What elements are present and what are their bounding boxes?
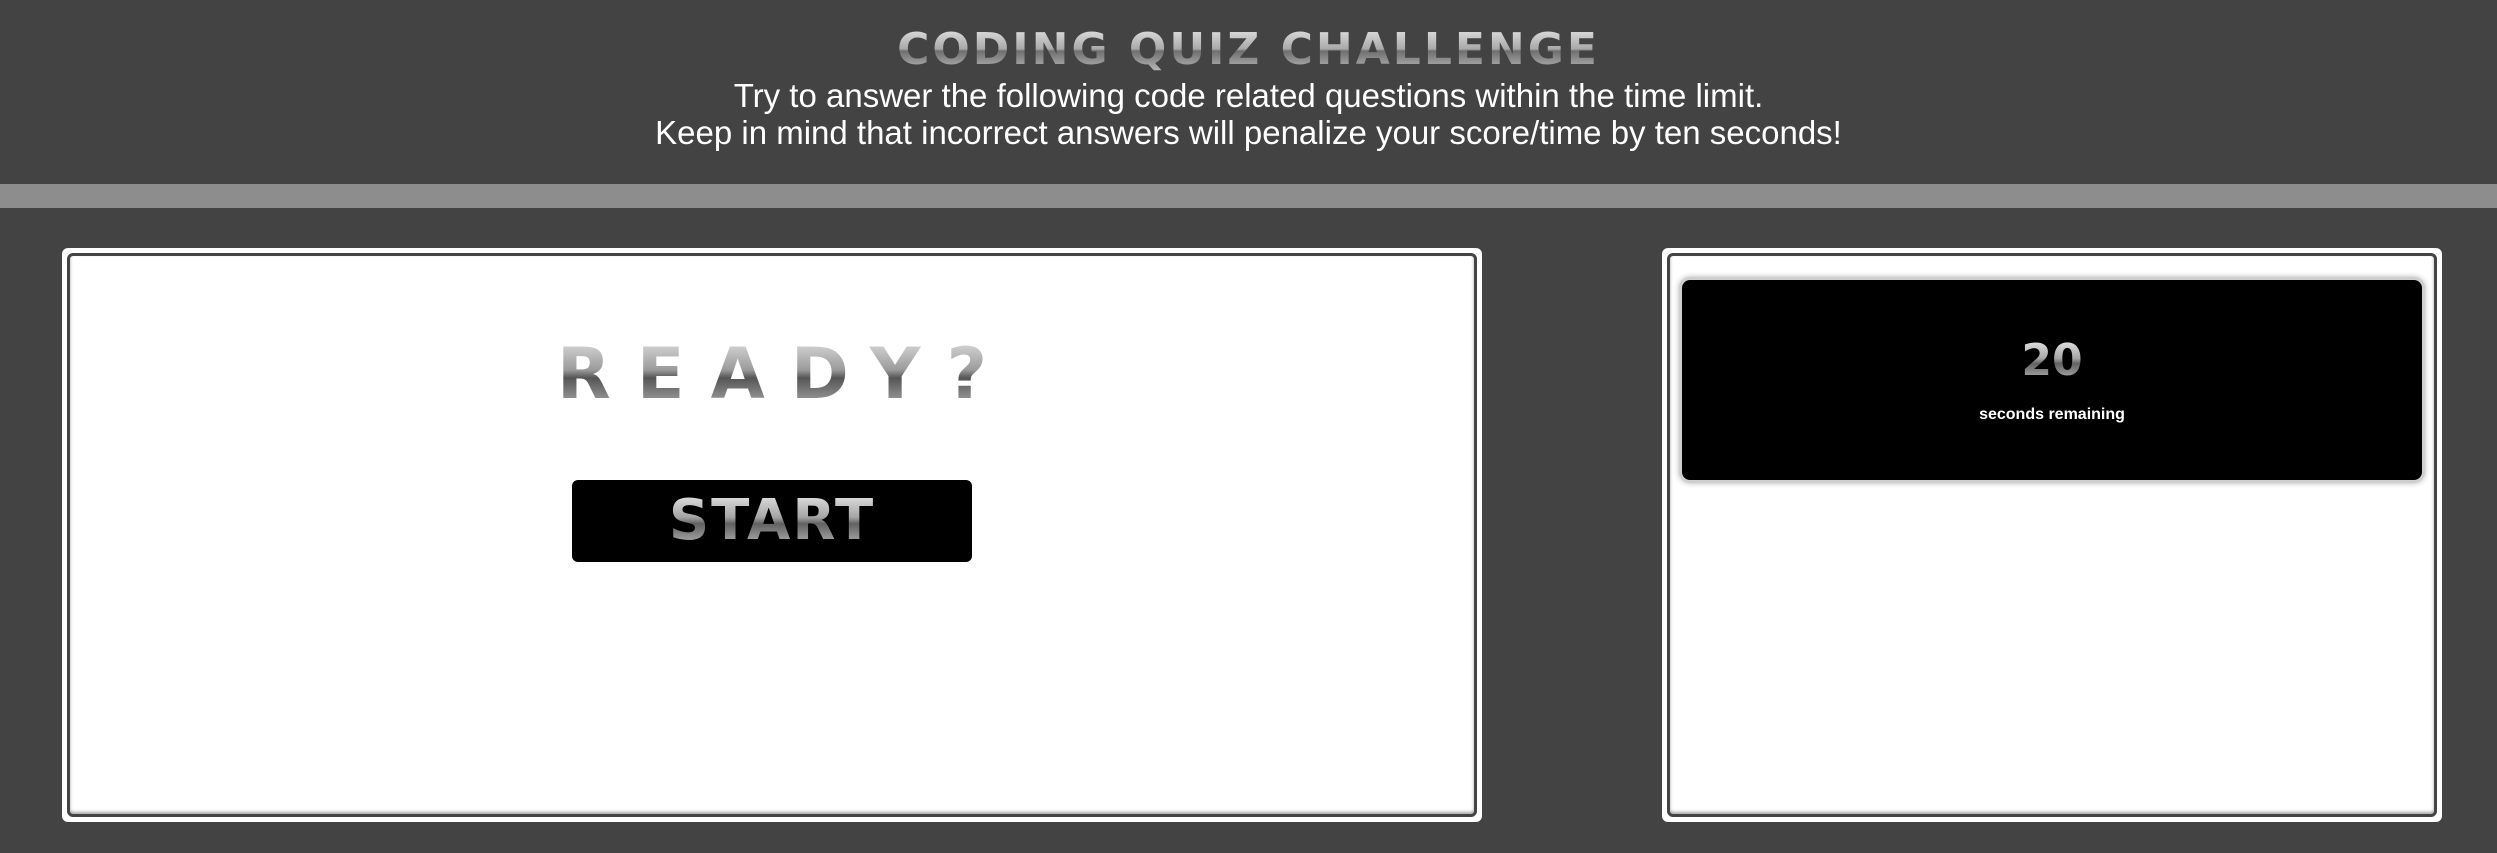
timer-label: seconds remaining <box>1979 406 2125 423</box>
instructions-line-1: Try to answer the following code related… <box>733 77 1764 114</box>
page-header: CODING QUIZ CHALLENGE Try to answer the … <box>0 0 2497 184</box>
timer-panel-inner: 20 seconds remaining <box>1667 253 2437 817</box>
timer-display: 20 seconds remaining <box>1682 280 2422 480</box>
quiz-panel-inner: READY? START <box>67 253 1477 817</box>
instructions-line-2: Keep in mind that incorrect answers will… <box>655 114 1842 151</box>
start-button-label: START <box>668 488 876 553</box>
timer-panel: 20 seconds remaining <box>1662 248 2442 822</box>
header-divider <box>0 184 2497 208</box>
ready-heading: READY? <box>70 334 1474 414</box>
app-title: CODING QUIZ CHALLENGE <box>0 22 2497 78</box>
start-button[interactable]: START <box>572 480 972 562</box>
timer-count: 20 <box>1682 336 2422 386</box>
quiz-panel: READY? START <box>62 248 1482 822</box>
